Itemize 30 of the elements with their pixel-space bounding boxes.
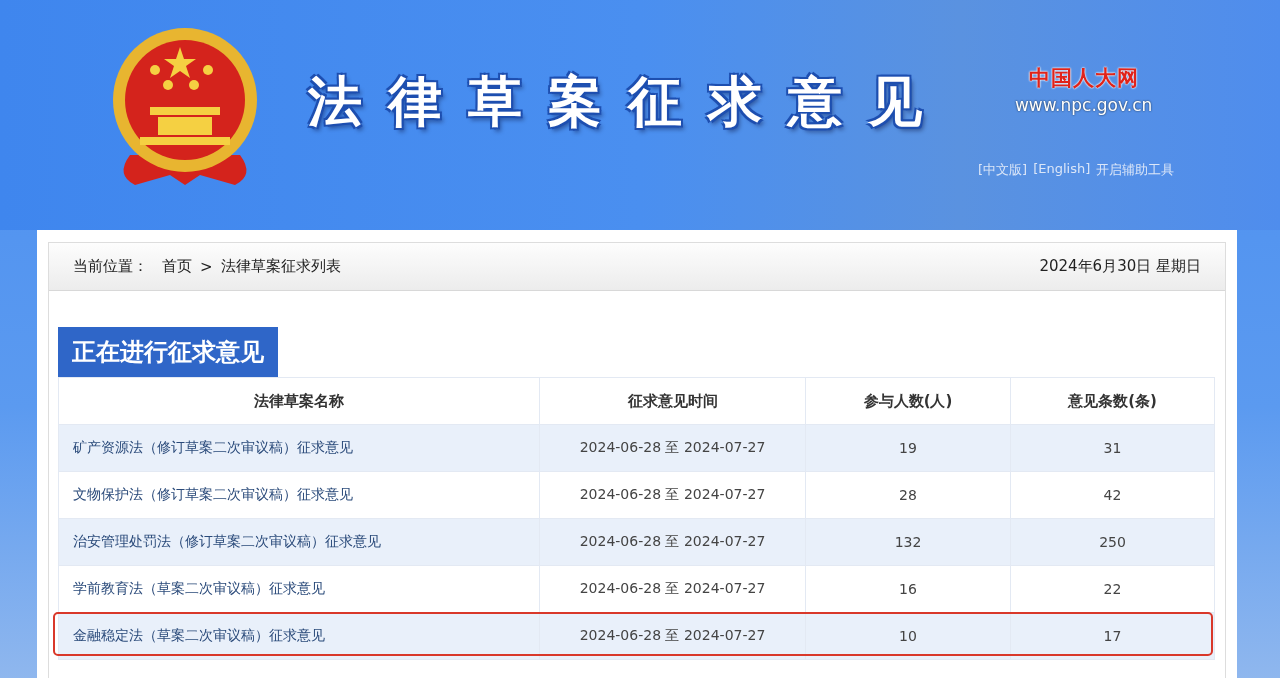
table-cell: 250: [1099, 534, 1126, 550]
table-cell: 2024-06-28 至 2024-07-27: [579, 439, 766, 455]
column-header: 意见条数(条): [1010, 377, 1215, 425]
table-cell: 19: [899, 440, 917, 456]
table-cell: 2024-06-28 至 2024-07-27: [579, 627, 766, 643]
date-text: 2024年6月30日 星期日: [1039, 257, 1201, 276]
table-cell: 42: [1103, 487, 1122, 503]
table-cell: 17: [1103, 628, 1122, 644]
table-cell: 28: [899, 487, 917, 503]
breadcrumb-separator: >: [200, 257, 213, 276]
breadcrumb-link[interactable]: 法律草案征求列表: [220, 257, 341, 276]
breadcrumb-label: 当前位置：: [73, 257, 148, 276]
table-cell: 2024-06-28 至 2024-07-27: [579, 486, 766, 502]
column-header: 法律草案名称: [58, 377, 540, 425]
draft-link[interactable]: 文物保护法（修订草案二次审议稿）征求意见: [73, 486, 353, 502]
table-cell: 10: [899, 628, 917, 644]
section-title: 正在进行征求意见: [58, 327, 278, 377]
column-header: 征求意见时间: [539, 377, 806, 425]
table-cell: 22: [1103, 581, 1122, 597]
banner-title: 法律草案征求意见: [308, 69, 948, 135]
breadcrumb-link[interactable]: 首页: [162, 257, 192, 276]
draft-link[interactable]: 矿产资源法（修订草案二次审议稿）征求意见: [73, 439, 353, 455]
table-cell: 132: [894, 534, 922, 550]
column-header: 参与人数(人): [805, 377, 1011, 425]
table-cell: 31: [1103, 440, 1122, 456]
draft-link[interactable]: 金融稳定法（草案二次审议稿）征求意见: [73, 627, 325, 643]
table-cell: 2024-06-28 至 2024-07-27: [579, 533, 766, 549]
table-cell: 16: [899, 581, 917, 597]
table-cell: 2024-06-28 至 2024-07-27: [579, 580, 766, 596]
draft-link[interactable]: 学前教育法（草案二次审议稿）征求意见: [73, 580, 325, 596]
